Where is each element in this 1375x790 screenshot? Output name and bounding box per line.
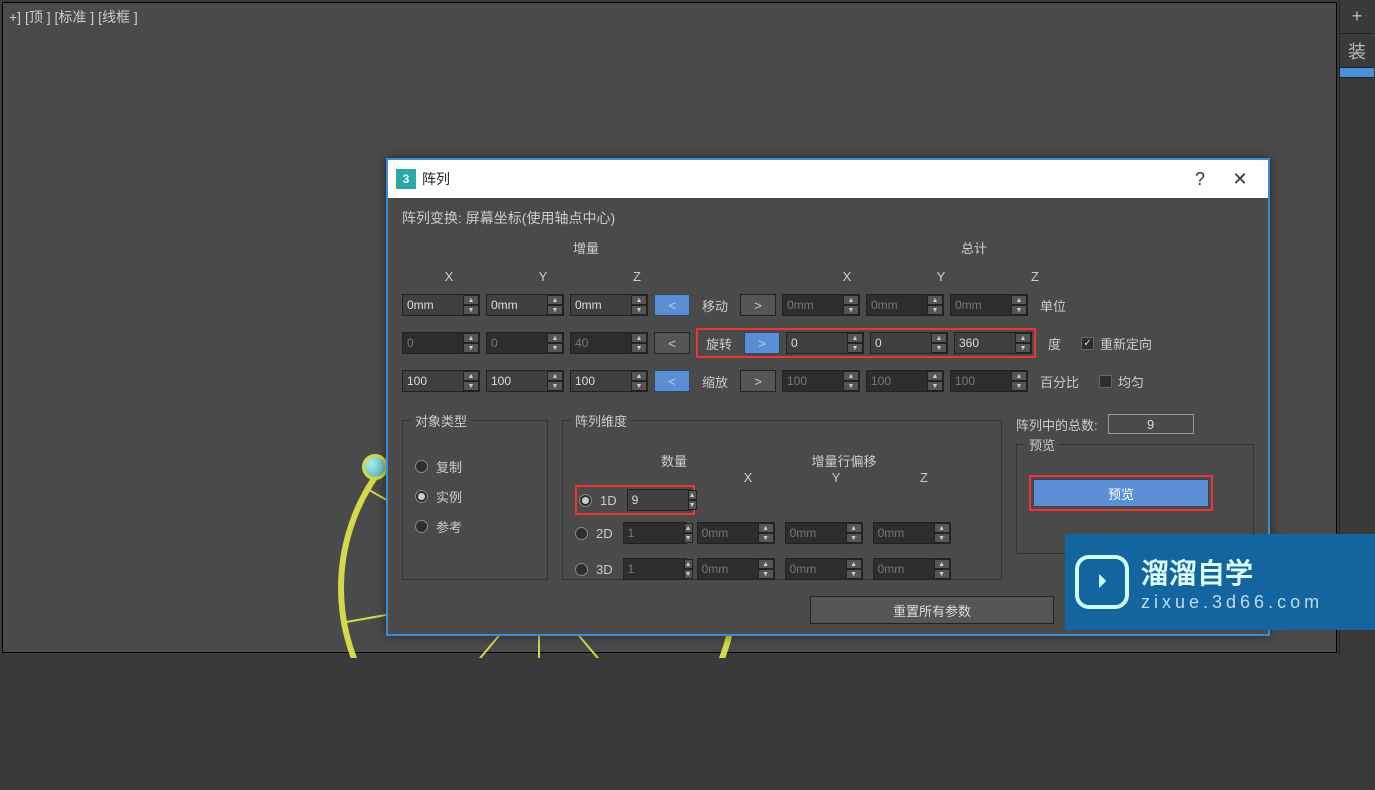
object-type-legend: 对象类型 (411, 411, 471, 430)
move-right-arrow[interactable]: > (740, 294, 776, 316)
scale-unit: 百分比 (1040, 372, 1079, 391)
scale-tot-x[interactable]: ▲▼ (782, 370, 860, 392)
count-2d[interactable]: ▲▼ (623, 522, 687, 544)
dim-y-head: Y (797, 470, 875, 485)
dim-x-head: X (709, 470, 787, 485)
watermark-title: 溜溜自学 (1141, 552, 1323, 592)
rotate-inc-y[interactable]: ▲▼ (486, 332, 564, 354)
axis-y-inc: Y (504, 269, 582, 284)
help-button[interactable]: ? (1180, 169, 1220, 190)
axis-y-tot: Y (902, 269, 980, 284)
increment-head: 增量 (506, 238, 666, 257)
move-inc-y[interactable]: ▲▼ (486, 294, 564, 316)
object-type-group: 对象类型 复制 实例 参考 (402, 420, 548, 580)
radio-1d[interactable]: 1D (579, 493, 617, 508)
preview-button[interactable]: 预览 (1033, 479, 1209, 507)
scale-right-arrow[interactable]: > (740, 370, 776, 392)
move-left-arrow[interactable]: < (654, 294, 690, 316)
axis-x-tot: X (808, 269, 886, 284)
play-icon: ⏵ (1075, 555, 1129, 609)
move-inc-z[interactable]: ▲▼ (570, 294, 648, 316)
move-unit: 单位 (1040, 296, 1066, 315)
scale-tot-z[interactable]: ▲▼ (950, 370, 1028, 392)
array-dimension-group: 阵列维度 数量 增量行偏移 X Y Z 1D ▲▼ 2D (562, 420, 1002, 580)
offset-3d-z[interactable]: ▲▼ (873, 558, 951, 580)
scale-inc-z[interactable]: ▲▼ (570, 370, 648, 392)
move-tot-x[interactable]: ▲▼ (782, 294, 860, 316)
offset-head: 增量行偏移 (749, 451, 939, 470)
titlebar[interactable]: 3 阵列 ? ✕ (388, 160, 1268, 198)
preview-legend: 预览 (1025, 435, 1059, 454)
count-3d[interactable]: ▲▼ (623, 558, 687, 580)
move-label: 移动 (696, 296, 734, 315)
app-icon: 3 (396, 169, 416, 189)
axis-x-inc: X (410, 269, 488, 284)
axis-z-inc: Z (598, 269, 676, 284)
watermark-sub: zixue.3d66.com (1141, 592, 1323, 613)
panel-label-2[interactable]: 装 (1340, 34, 1374, 68)
offset-2d-y[interactable]: ▲▼ (785, 522, 863, 544)
rotate-tot-x[interactable]: ▲▼ (786, 332, 864, 354)
rotate-inc-z[interactable]: ▲▼ (570, 332, 648, 354)
reset-button[interactable]: 重置所有参数 (810, 596, 1054, 624)
rotate-unit: 度 (1048, 334, 1061, 353)
panel-icon-plus[interactable]: + (1340, 0, 1374, 34)
radio-copy[interactable]: 复制 (415, 451, 535, 481)
scale-label: 缩放 (696, 372, 734, 391)
offset-2d-z[interactable]: ▲▼ (873, 522, 951, 544)
reorient-checkbox[interactable]: ✓重新定向 (1081, 334, 1152, 353)
rotate-left-arrow[interactable]: < (654, 332, 690, 354)
uniform-checkbox[interactable]: 均匀 (1099, 372, 1144, 391)
radio-reference[interactable]: 参考 (415, 511, 535, 541)
rotate-label: 旋转 (700, 334, 738, 353)
dimension-legend: 阵列维度 (571, 411, 631, 430)
count-1d[interactable]: ▲▼ (627, 489, 691, 511)
offset-3d-y[interactable]: ▲▼ (785, 558, 863, 580)
total-in-array-value: 9 (1108, 414, 1194, 434)
totals-head: 总计 (934, 238, 1014, 257)
offset-3d-x[interactable]: ▲▼ (697, 558, 775, 580)
dim-z-head: Z (885, 470, 963, 485)
watermark: ⏵ 溜溜自学 zixue.3d66.com (1065, 534, 1375, 630)
move-tot-z[interactable]: ▲▼ (950, 294, 1028, 316)
move-inc-x[interactable]: ▲▼ (402, 294, 480, 316)
radio-3d[interactable]: 3D (575, 554, 613, 584)
offset-2d-x[interactable]: ▲▼ (697, 522, 775, 544)
close-button[interactable]: ✕ (1220, 169, 1260, 190)
move-tot-y[interactable]: ▲▼ (866, 294, 944, 316)
dialog-title: 阵列 (422, 169, 1180, 189)
rotate-tot-z[interactable]: ▲▼ (954, 332, 1032, 354)
scale-tot-y[interactable]: ▲▼ (866, 370, 944, 392)
viewport-label[interactable]: +] [顶 ] [标准 ] [线框 ] (9, 7, 138, 27)
scale-inc-x[interactable]: ▲▼ (402, 370, 480, 392)
rotate-tot-y[interactable]: ▲▼ (870, 332, 948, 354)
rotate-inc-x[interactable]: ▲▼ (402, 332, 480, 354)
count-head: 数量 (641, 451, 707, 470)
radio-instance[interactable]: 实例 (415, 481, 535, 511)
panel-divider (1340, 68, 1374, 78)
rotate-right-arrow[interactable]: > (744, 332, 780, 354)
transform-title: 阵列变换: 屏幕坐标(使用轴点中心) (402, 208, 1254, 228)
total-in-array-label: 阵列中的总数: (1016, 415, 1098, 434)
axis-z-tot: Z (996, 269, 1074, 284)
scale-inc-y[interactable]: ▲▼ (486, 370, 564, 392)
radio-2d[interactable]: 2D (575, 518, 613, 548)
scale-left-arrow[interactable]: < (654, 370, 690, 392)
